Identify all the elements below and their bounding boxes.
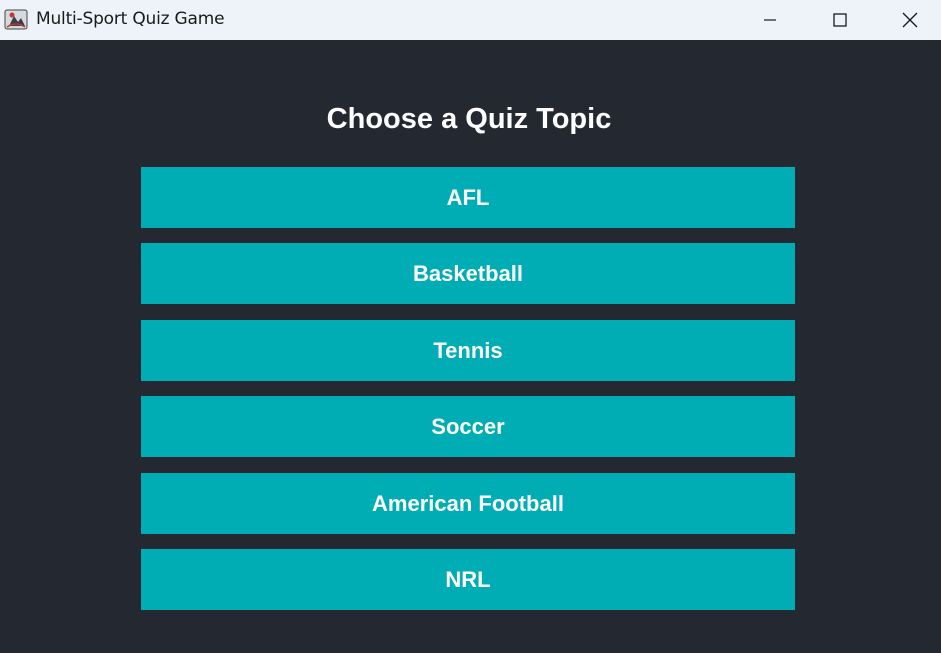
topic-button-american-football[interactable]: American Football (141, 473, 795, 534)
close-button[interactable] (875, 0, 941, 40)
java-app-icon (4, 9, 28, 30)
window-title: Multi-Sport Quiz Game (36, 9, 225, 29)
close-icon (902, 12, 918, 28)
topic-button-basketball[interactable]: Basketball (141, 243, 795, 304)
title-bar: Multi-Sport Quiz Game (0, 0, 941, 40)
topic-button-nrl[interactable]: NRL (141, 549, 795, 610)
minimize-icon (764, 19, 776, 21)
maximize-button[interactable] (805, 0, 875, 40)
minimize-button[interactable] (735, 0, 805, 40)
topic-button-soccer[interactable]: Soccer (141, 396, 795, 457)
topic-button-tennis[interactable]: Tennis (141, 320, 795, 381)
maximize-icon (833, 13, 847, 27)
page-title: Choose a Quiz Topic (326, 103, 612, 135)
main-panel: Choose a Quiz Topic AFL Basketball Tenni… (0, 40, 941, 653)
topic-button-afl[interactable]: AFL (141, 167, 795, 228)
